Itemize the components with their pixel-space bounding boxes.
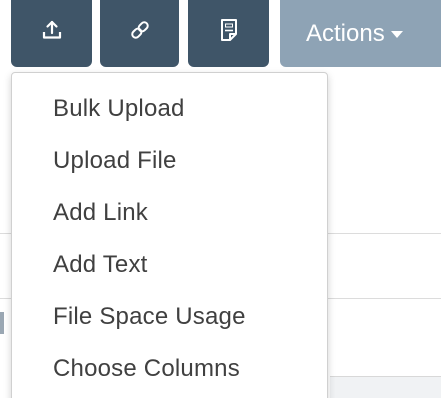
actions-label: Actions (306, 19, 385, 47)
menu-item-add-text[interactable]: Add Text (12, 245, 327, 297)
add-document-button[interactable] (188, 0, 269, 67)
caret-down-icon (390, 31, 403, 38)
upload-button[interactable] (11, 0, 92, 67)
background-edge-marker (0, 312, 4, 334)
menu-item-file-space-usage[interactable]: File Space Usage (12, 297, 327, 349)
background-table-strip (330, 376, 441, 398)
menu-item-upload-file[interactable]: Upload File (12, 141, 327, 193)
toolbar: Actions (0, 0, 441, 68)
link-icon (128, 18, 152, 42)
page: Actions Bulk Upload Upload File Add Link… (0, 0, 441, 398)
link-button[interactable] (100, 0, 179, 67)
menu-item-bulk-upload[interactable]: Bulk Upload (12, 89, 327, 141)
actions-dropdown-menu: Bulk Upload Upload File Add Link Add Tex… (11, 72, 328, 398)
upload-icon (41, 19, 63, 41)
actions-dropdown-button[interactable]: Actions (280, 0, 441, 67)
document-icon (218, 18, 240, 42)
menu-item-choose-columns[interactable]: Choose Columns (12, 349, 327, 398)
menu-item-add-link[interactable]: Add Link (12, 193, 327, 245)
